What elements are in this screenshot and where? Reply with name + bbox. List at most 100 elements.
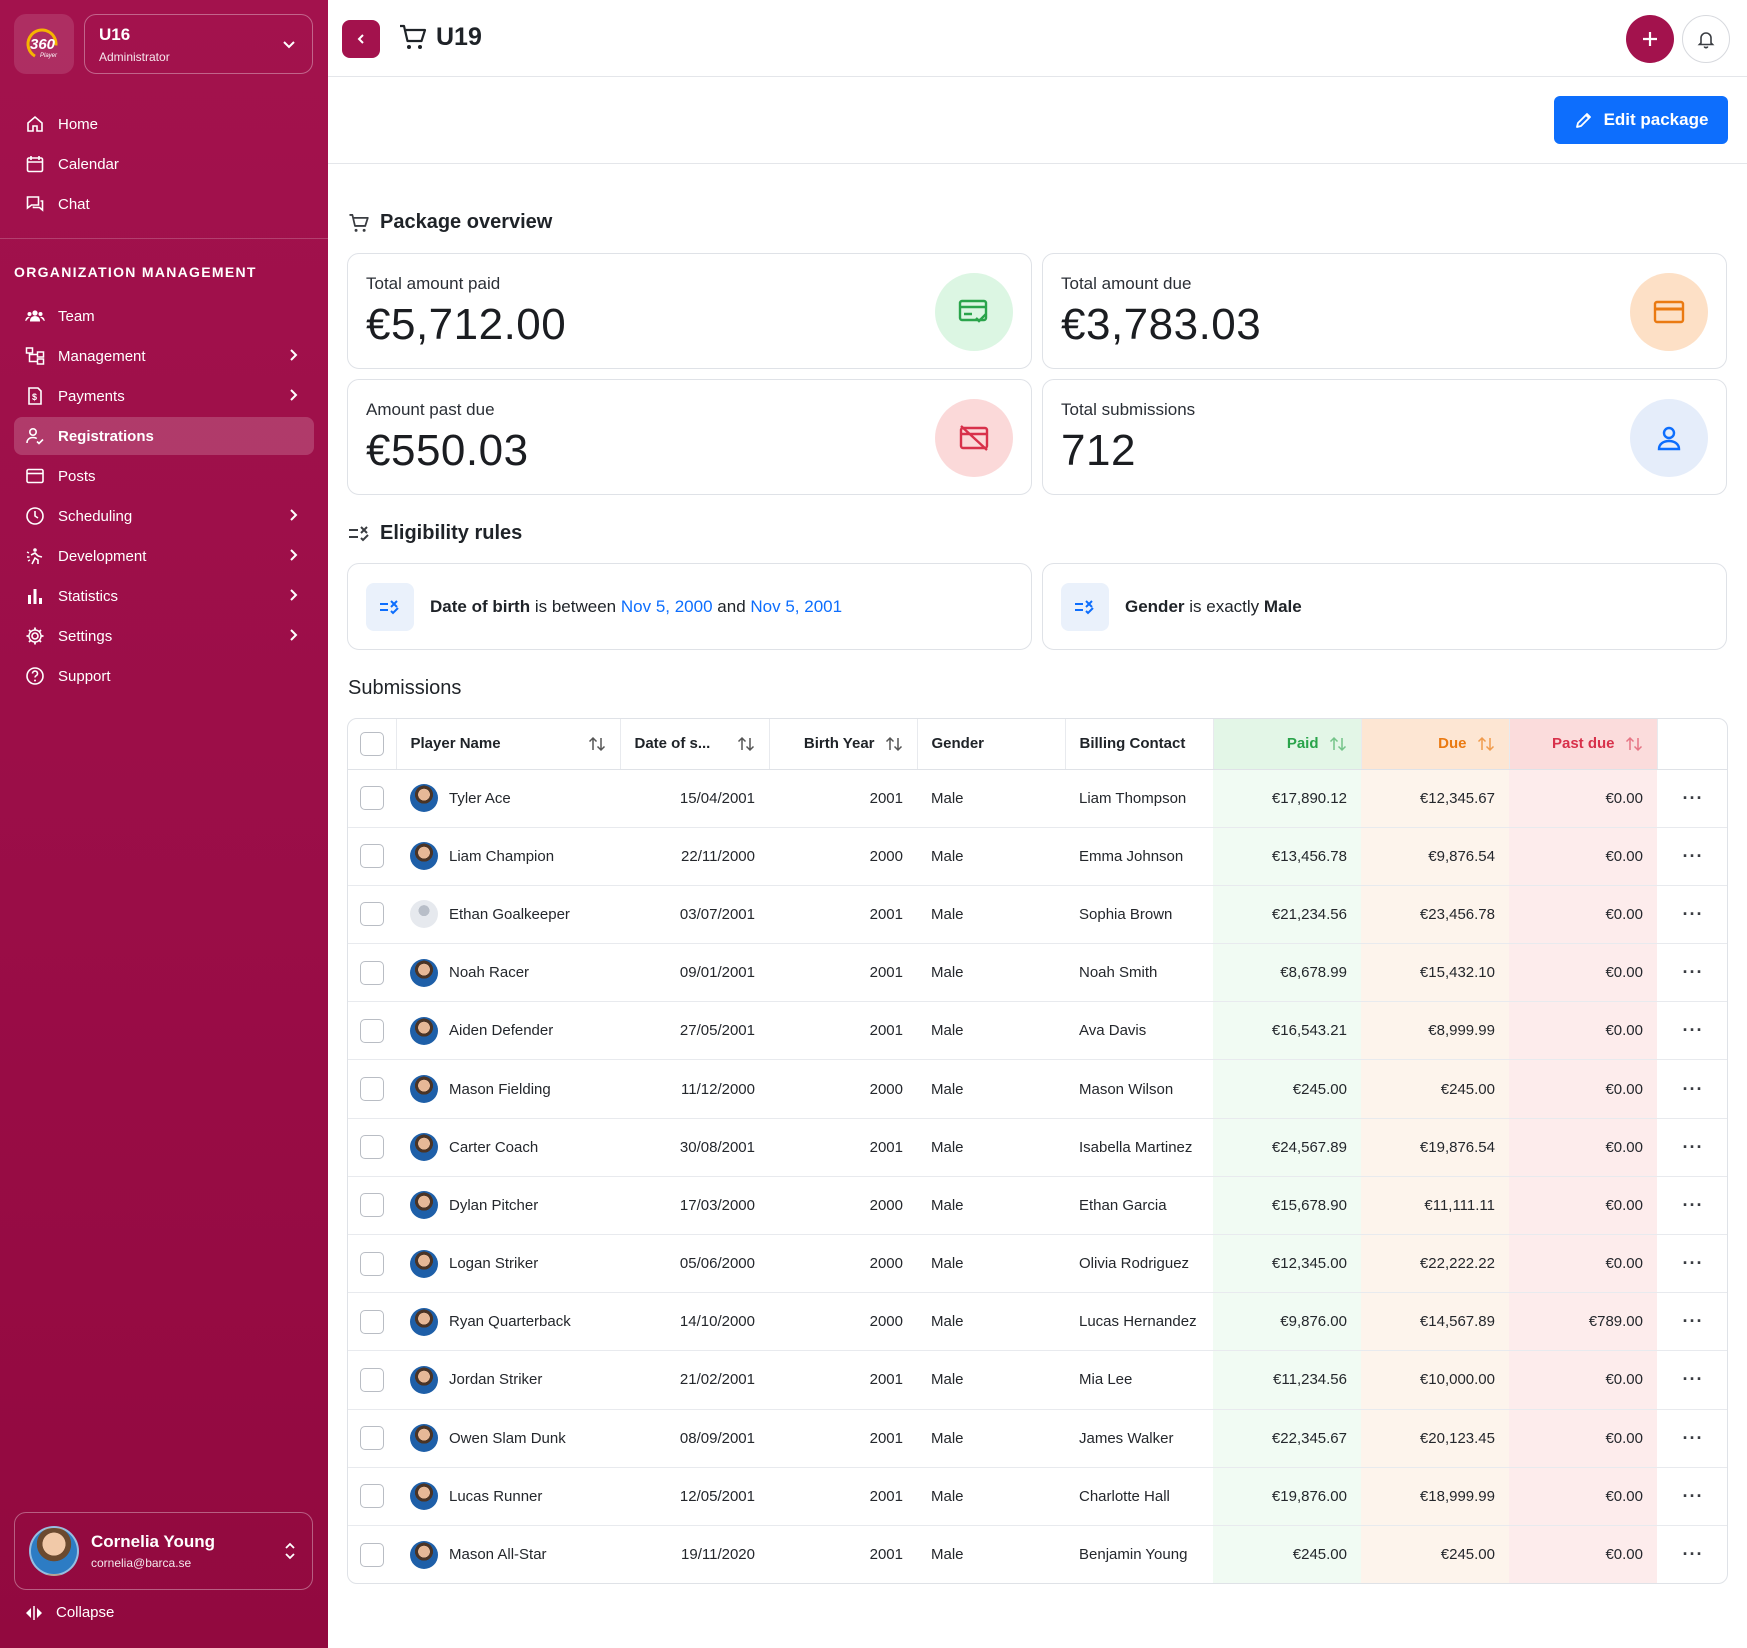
row-actions-button[interactable]: ··· bbox=[1657, 1350, 1727, 1410]
logo-360-icon: 360 Player bbox=[26, 28, 58, 60]
row-checkbox[interactable] bbox=[360, 1542, 384, 1567]
column-header-paid[interactable]: Paid bbox=[1213, 719, 1362, 770]
app-logo[interactable]: 360 Player bbox=[14, 14, 74, 74]
table-row[interactable]: Ethan Goalkeeper 03/07/2001 2001 Male Sophia… bbox=[348, 885, 1727, 945]
nav-item-chat[interactable]: Chat bbox=[14, 185, 314, 223]
row-checkbox[interactable] bbox=[360, 902, 384, 927]
notifications-button[interactable] bbox=[1682, 15, 1730, 63]
rule-value-start: Nov 5, 2000 bbox=[620, 596, 713, 616]
column-header-due[interactable]: Due bbox=[1361, 719, 1510, 770]
table-row[interactable]: Tyler Ace 15/04/2001 2001 Male Liam Thompson… bbox=[348, 769, 1727, 828]
player-name: Liam Champion bbox=[449, 847, 555, 865]
table-row[interactable]: Liam Champion 22/11/2000 2000 Male Emma John… bbox=[348, 827, 1727, 886]
column-header-player-name[interactable]: Player Name bbox=[396, 719, 621, 770]
nav-item-development[interactable]: Development bbox=[14, 537, 314, 575]
past-due-amount: €0.00 bbox=[1509, 885, 1657, 945]
column-header-date[interactable]: Date of s... bbox=[620, 719, 770, 770]
row-actions-button[interactable]: ··· bbox=[1657, 1118, 1727, 1177]
row-actions-button[interactable]: ··· bbox=[1657, 1176, 1727, 1236]
nav-item-home[interactable]: Home bbox=[14, 105, 314, 143]
row-checkbox[interactable] bbox=[360, 1135, 384, 1160]
table-row[interactable]: Ryan Quarterback 14/10/2000 2000 Male Lucas … bbox=[348, 1292, 1727, 1352]
column-header-gender[interactable]: Gender bbox=[917, 719, 1066, 770]
row-actions-button[interactable]: ··· bbox=[1657, 827, 1727, 886]
nav-label: Settings bbox=[58, 627, 113, 645]
nav-item-payments[interactable]: $ Payments bbox=[14, 377, 314, 415]
birth-year: 2000 bbox=[769, 827, 917, 886]
nav-item-statistics[interactable]: Statistics bbox=[14, 577, 314, 615]
gender: Male bbox=[917, 1001, 1065, 1061]
row-actions-button[interactable]: ··· bbox=[1657, 943, 1727, 1003]
row-actions-button[interactable]: ··· bbox=[1657, 1001, 1727, 1061]
nav-item-team[interactable]: Team bbox=[14, 297, 314, 335]
more-icon: ··· bbox=[1682, 1544, 1704, 1565]
nav-item-calendar[interactable]: Calendar bbox=[14, 145, 314, 183]
table-row[interactable]: Mason Fielding 11/12/2000 2000 Male Mason Wi… bbox=[348, 1059, 1727, 1119]
row-checkbox[interactable] bbox=[360, 960, 384, 985]
past-due-amount: €0.00 bbox=[1509, 1409, 1657, 1468]
player-name-cell: Ethan Goalkeeper bbox=[396, 885, 620, 945]
billing-contact: Sophia Brown bbox=[1065, 885, 1213, 945]
nav-item-management[interactable]: Management bbox=[14, 337, 314, 375]
table-row[interactable]: Jordan Striker 21/02/2001 2001 Male Mia Lee €… bbox=[348, 1350, 1727, 1410]
table-row[interactable]: Carter Coach 30/08/2001 2001 Male Isabella M… bbox=[348, 1118, 1727, 1177]
eligibility-rule-dob[interactable]: Date of birth is between Nov 5, 2000 and… bbox=[347, 563, 1032, 650]
table-row[interactable]: Lucas Runner 12/05/2001 2001 Male Charlotte … bbox=[348, 1467, 1727, 1526]
nav-label: Support bbox=[58, 667, 111, 685]
row-actions-button[interactable]: ··· bbox=[1657, 769, 1727, 828]
stat-value: €3,783.03 bbox=[1061, 300, 1262, 349]
back-button[interactable] bbox=[342, 20, 380, 58]
row-checkbox[interactable] bbox=[360, 1193, 384, 1218]
table-row[interactable]: Aiden Defender 27/05/2001 2001 Male Ava Davi… bbox=[348, 1001, 1727, 1061]
column-header-birth-year[interactable]: Birth Year bbox=[769, 719, 918, 770]
eligibility-rule-gender[interactable]: Gender is exactly Male bbox=[1042, 563, 1727, 650]
row-checkbox[interactable] bbox=[360, 1309, 384, 1334]
row-checkbox[interactable] bbox=[360, 844, 384, 869]
row-checkbox[interactable] bbox=[360, 1018, 384, 1043]
avatar bbox=[410, 1365, 438, 1394]
team-switcher[interactable]: U16 Administrator bbox=[84, 14, 313, 74]
row-actions-button[interactable]: ··· bbox=[1657, 1059, 1727, 1119]
row-checkbox[interactable] bbox=[360, 1367, 384, 1392]
nav-item-settings[interactable]: Settings bbox=[14, 617, 314, 655]
row-actions-button[interactable]: ··· bbox=[1657, 1292, 1727, 1352]
row-actions-button[interactable]: ··· bbox=[1657, 1409, 1727, 1468]
row-actions-button[interactable]: ··· bbox=[1657, 1525, 1727, 1583]
nav-item-support[interactable]: Support bbox=[14, 657, 314, 695]
billing-contact: Ava Davis bbox=[1065, 1001, 1213, 1061]
row-checkbox[interactable] bbox=[360, 1484, 384, 1509]
user-menu[interactable]: Cornelia Young cornelia@barca.se bbox=[14, 1512, 313, 1590]
column-header-billing-contact[interactable]: Billing Contact bbox=[1065, 719, 1214, 770]
table-row[interactable]: Owen Slam Dunk 08/09/2001 2001 Male James Wa… bbox=[348, 1409, 1727, 1468]
add-button[interactable] bbox=[1626, 15, 1674, 63]
player-name-cell: Jordan Striker bbox=[396, 1350, 620, 1410]
edit-package-button[interactable]: Edit package bbox=[1554, 96, 1728, 144]
row-actions-button[interactable]: ··· bbox=[1657, 1234, 1727, 1294]
page-title-text: U19 bbox=[436, 22, 482, 51]
row-actions-button[interactable]: ··· bbox=[1657, 1467, 1727, 1526]
sidebar: 360 Player U16 Administrator Home Calend… bbox=[0, 0, 328, 1648]
row-actions-button[interactable]: ··· bbox=[1657, 885, 1727, 945]
chevron-right-icon bbox=[290, 629, 298, 641]
gender: Male bbox=[917, 1467, 1065, 1526]
row-checkbox[interactable] bbox=[360, 786, 384, 811]
column-header-past-due[interactable]: Past due bbox=[1509, 719, 1658, 770]
table-row[interactable]: Mason All-Star 19/11/2020 2001 Male Benjamin… bbox=[348, 1525, 1727, 1583]
table-row[interactable]: Logan Striker 05/06/2000 2000 Male Olivia Ro… bbox=[348, 1234, 1727, 1294]
nav-item-registrations[interactable]: Registrations bbox=[14, 417, 314, 455]
birth-year: 2000 bbox=[769, 1292, 917, 1352]
stat-card-past-due: Amount past due €550.03 bbox=[347, 379, 1032, 495]
table-row[interactable]: Dylan Pitcher 17/03/2000 2000 Male Ethan Gar… bbox=[348, 1176, 1727, 1236]
collapse-button[interactable]: Collapse bbox=[24, 1604, 114, 1621]
paid-amount: €245.00 bbox=[1213, 1059, 1361, 1119]
row-checkbox[interactable] bbox=[360, 1251, 384, 1276]
row-checkbox[interactable] bbox=[360, 1077, 384, 1102]
table-row[interactable]: Noah Racer 09/01/2001 2001 Male Noah Smith €8… bbox=[348, 943, 1727, 1003]
nav-item-posts[interactable]: Posts bbox=[14, 457, 314, 495]
team-name: U16 bbox=[99, 25, 131, 44]
nav-label: Chat bbox=[58, 195, 90, 213]
select-all-checkbox[interactable] bbox=[360, 731, 384, 756]
row-checkbox[interactable] bbox=[360, 1426, 384, 1451]
player-name-cell: Noah Racer bbox=[396, 943, 620, 1003]
nav-item-scheduling[interactable]: Scheduling bbox=[14, 497, 314, 535]
